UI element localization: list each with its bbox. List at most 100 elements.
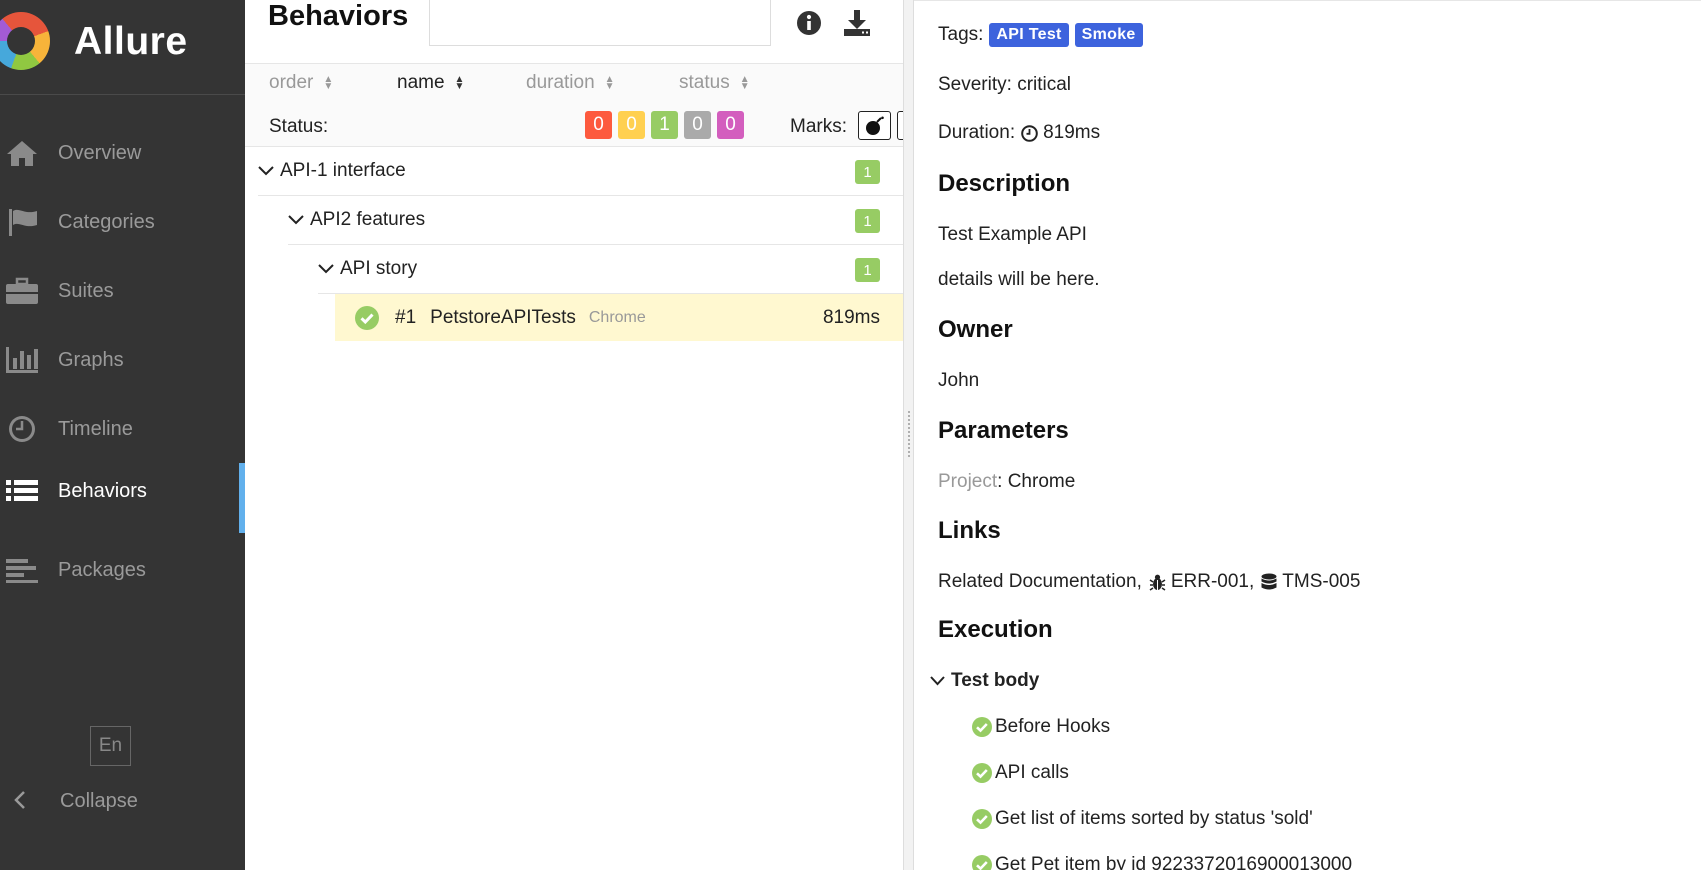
sort-icon: ▲ ▼ [739,74,750,92]
link-documentation[interactable]: Related Documentation [938,571,1137,593]
passed-status-icon [972,855,992,870]
info-icon[interactable] [794,8,824,38]
sidebar-item-label: Suites [58,279,114,302]
tags-label: Tags: [938,24,984,45]
parameters-heading: Parameters [938,417,1069,444]
passed-status-icon [972,809,992,829]
sort-by-duration[interactable]: duration ▲ ▼ [526,72,615,94]
parameter-row: Project : Chrome [938,471,1075,493]
link-issue[interactable]: ERR-001 [1171,571,1249,593]
step-item[interactable]: Before Hooks [972,716,1110,738]
sort-icon: ▲ ▼ [323,74,334,92]
filter-bar: Status: 0 0 1 0 0 Marks: [245,106,1044,147]
search-input[interactable] [429,0,771,46]
sort-bar: order ▲ ▼ name ▲ ▼ duration ▲ ▼ status ▲ ▼ [245,64,904,108]
sidebar-item-label: Graphs [58,348,124,371]
tag-badge: API Test [989,23,1069,47]
sort-label: order [269,72,314,93]
description-text: Test Example API [938,224,1087,245]
links-heading: Links [938,517,1001,544]
step-item[interactable]: Get Pet item by id 9223372016900013000 [972,854,1352,870]
passed-count-badge: 1 [855,209,880,233]
sidebar-item-label: Timeline [58,417,133,440]
duration-label: Duration: [938,122,1016,143]
severity-row: Severity: critical [938,74,1072,95]
sidebar-item-categories[interactable]: Categories [0,194,245,250]
tree-group-row[interactable]: API story 1 [318,245,904,294]
status-toggle-unknown[interactable]: 0 [717,111,744,139]
pane-header: Behaviors [245,0,904,64]
tree-group-row[interactable]: API-1 interface 1 [258,147,904,196]
parameter-name: Project [938,471,998,492]
duration-value: 819ms [1043,122,1101,143]
sort-by-name[interactable]: name ▲ ▼ [397,72,464,94]
brand[interactable]: Allure [0,0,245,95]
collapse-label: Collapse [60,789,138,812]
sort-icon: ▲ ▼ [454,74,465,92]
download-icon[interactable] [842,8,872,38]
link-separator: , [1136,571,1142,592]
test-details-pane: Tags: API Test Smoke Severity: critical … [914,0,1701,870]
duration-row: Duration: 819ms [938,122,1100,144]
sidebar-item-graphs[interactable]: Graphs [0,332,245,388]
status-toggle-passed[interactable]: 1 [651,111,678,139]
sort-label: name [397,72,445,93]
test-duration: 819ms [822,306,880,328]
sort-by-order[interactable]: order ▲ ▼ [269,72,333,94]
sort-by-status[interactable]: status ▲ ▼ [679,72,750,94]
link-tms[interactable]: TMS-005 [1282,571,1360,593]
tag-badge: Smoke [1074,23,1143,47]
allure-report-app: Allure Overview Categories Suites Graphs [0,0,1701,870]
passed-status-icon [972,763,992,783]
links-row: Related Documentation , ERR-001 , TMS-00… [938,571,1360,593]
passed-count-badge: 1 [855,160,880,184]
briefcase-icon [2,276,42,306]
step-item[interactable]: API calls [972,762,1069,784]
sidebar-item-timeline[interactable]: Timeline [0,401,245,457]
parameter-value: : Chrome [997,471,1076,492]
passed-status-icon [355,305,379,330]
clock-icon [1021,124,1038,142]
step-label: Get Pet item by id 9223372016900013000 [995,854,1353,870]
sidebar-item-behaviors[interactable]: Behaviors [0,463,245,533]
chevron-left-icon [2,786,38,817]
owner-value: John [938,370,980,391]
language-selector[interactable]: En [90,726,131,766]
tree-group-row[interactable]: API2 features 1 [288,196,904,245]
bar-chart-icon [2,345,42,375]
description-heading: Description [938,170,1071,197]
status-toggle-skipped[interactable]: 0 [684,111,711,139]
status-toggle-broken[interactable]: 0 [618,111,645,139]
test-name: PetstoreAPITests [430,306,576,328]
sidebar-item-label: Overview [58,141,142,164]
page-title: Behaviors [268,0,409,32]
home-icon [2,138,42,168]
test-body-toggle[interactable]: Test body [930,670,1039,692]
execution-heading: Execution [938,616,1053,643]
sidebar-item-packages[interactable]: Packages [0,542,245,598]
status-toggle-failed[interactable]: 0 [585,111,612,139]
sort-label: status [679,72,730,93]
link-separator: , [1249,571,1255,592]
chevron-down-icon [930,676,945,686]
step-label: Before Hooks [995,716,1111,737]
collapse-button[interactable]: Collapse [0,778,245,824]
chevron-down-icon [258,166,274,176]
sort-icon: ▲ ▼ [604,74,615,92]
pane-splitter[interactable] [903,0,914,870]
list-icon [2,476,42,506]
align-left-icon [2,555,42,585]
test-order: #1 [395,306,417,328]
chevron-down-icon [318,264,334,274]
sidebar-item-label: Behaviors [58,479,147,502]
flaky-bomb-icon[interactable] [858,111,891,140]
test-case-row[interactable]: #1 PetstoreAPITests Chrome 819ms [335,294,904,341]
marks-filter-label: Marks: [790,116,847,137]
database-icon [1261,573,1277,590]
status-filter-label: Status: [269,116,329,137]
step-item[interactable]: Get list of items sorted by status 'sold… [972,808,1313,830]
tree-group-label: API-1 interface [280,160,406,181]
sidebar-item-overview[interactable]: Overview [0,125,245,181]
tree-group-label: API2 features [310,209,426,230]
sidebar-item-suites[interactable]: Suites [0,263,245,319]
